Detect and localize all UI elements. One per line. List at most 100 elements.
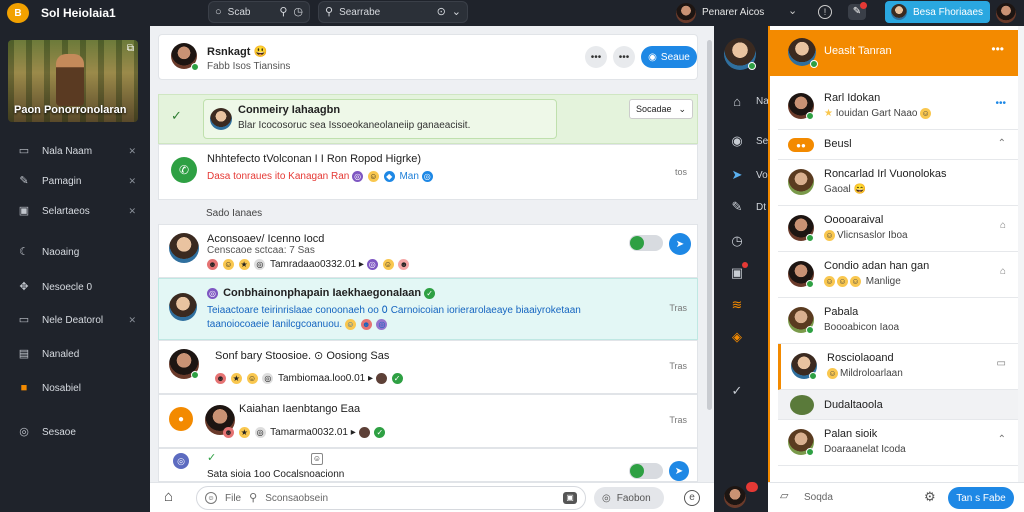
message-row-highlight[interactable]: ◎ Conbhainonphapain Iaekhaegonalaan ✓ Te… [158, 278, 698, 340]
chat-icon[interactable]: ▱ [780, 491, 788, 502]
main-scrollbar[interactable] [707, 40, 712, 410]
gamepad-icon[interactable]: ▣ [563, 492, 577, 504]
forward-icon[interactable]: ➤ [669, 233, 691, 255]
message-row[interactable]: ● Kaiahan Iaenbtango Eaa ☻ ★ ◎ Tamarma00… [158, 394, 698, 448]
video-icon: ▭ [18, 144, 30, 157]
emoji-icon[interactable]: e [684, 490, 700, 506]
forward-icon[interactable]: ➤ [669, 461, 689, 481]
message-row[interactable]: Sonf bary Stoosioe. ⊙ Oosiong Sas ☻ ★ ☺ … [158, 340, 698, 394]
layers-icon[interactable]: ≋ [728, 296, 746, 314]
sidebar-item-3[interactable]: ▣ Selartaeos ✕ [0, 200, 150, 222]
contact-sub: Boooabicon Iaoa [824, 322, 900, 333]
sidebar-item-1[interactable]: ▭ Nala Naam ✕ [0, 140, 150, 162]
chevron-down-icon[interactable]: ⌄ [788, 6, 797, 17]
message-row[interactable]: Aconsoaev/ Icenno Iocd Censcaoe sctcaa: … [158, 224, 698, 278]
compose-input[interactable]: ☺ File ⚲ Sconsaobsein ▣ [196, 486, 586, 510]
search-1-label: Scab [227, 6, 251, 18]
file-label[interactable]: File [225, 493, 241, 504]
chevron-up-icon[interactable]: ⌃ [998, 434, 1006, 445]
contact-avatar [788, 169, 814, 195]
message-row[interactable]: ◎ ✓ ☺ Sata sioia 1oo Cocalsnoacionn ➤ [158, 448, 698, 482]
more-icon[interactable]: ••• [995, 98, 1006, 109]
clock-icon[interactable]: ◷ [728, 232, 746, 250]
contact-item[interactable]: Ooooaraival ☺ Vlicnsaslor Iboa ⌂ [778, 206, 1020, 252]
attach-icon[interactable]: ☺ [205, 492, 217, 504]
sidebar-item-8[interactable]: ■ Nosabiel [0, 377, 150, 399]
search-box-1[interactable]: ○ Scab ⚲ ◷ [208, 1, 310, 23]
package-icon[interactable]: ◈ [728, 328, 746, 346]
sidebar-item-4[interactable]: ☾ Naoaing [0, 241, 150, 263]
more-icon[interactable]: ••• [585, 46, 607, 68]
online-dot [806, 112, 814, 120]
mic-icon[interactable]: ⊙ [437, 6, 446, 18]
sidebar-item-label: Nosabiel [42, 382, 81, 394]
more-icon[interactable]: ••• [991, 42, 1004, 56]
online-dot [809, 372, 817, 380]
info-icon[interactable]: ! [818, 5, 832, 19]
toggle-switch[interactable] [629, 463, 663, 479]
avatar-icon [375, 373, 387, 384]
message-body-2: taanoiocoaeie Ianilcgcoanuou. ☺ ☻ ◎ [207, 319, 389, 330]
settings-icon[interactable]: ⚙ [924, 490, 936, 503]
contact-item[interactable]: Rarl Idokan ★ Iouidan Gart Naao ☺ ••• [778, 84, 1020, 130]
home-icon[interactable]: ⌂ [728, 92, 746, 110]
chevron-down-icon[interactable]: ⌄ [452, 6, 461, 18]
sidebar-item-6[interactable]: ▭ Nele Deatorol ✕ [0, 309, 150, 331]
check-icon[interactable]: ✓ [728, 382, 746, 400]
channel-name: Rsnkagt 😃 [207, 46, 268, 58]
close-icon[interactable]: ✕ [128, 146, 136, 157]
sidebar-item-5[interactable]: ✥ Nesoecle 0 [0, 276, 150, 298]
contacts-header: Ueaslt Tanran ••• [770, 30, 1020, 76]
bottom-label[interactable]: Soqda [804, 492, 833, 503]
clock-icon[interactable]: ◷ [293, 6, 303, 18]
announce-tag[interactable]: Man [399, 171, 418, 182]
contact-item[interactable]: Palan sioik Doaraanelat Icoda ⌃ [778, 420, 1020, 466]
edit-icon[interactable]: ✎ [728, 198, 746, 216]
sidebar-item-9[interactable]: ◎ Sesaoe [0, 421, 150, 443]
toggle-switch[interactable] [629, 235, 663, 251]
contact-item-active[interactable]: Rosciolaoand ☺ Mildroloarlaan ▭ [778, 344, 1020, 390]
announce-body-row: Dasa tonraues ito Kanagan Ran ◎ ☺ ◆ Man … [207, 171, 435, 182]
home-icon[interactable]: ⌂ [164, 489, 173, 504]
search-go-icon[interactable]: ⚲ [279, 6, 287, 18]
user-name[interactable]: Penarer Aicos [702, 7, 764, 18]
chevron-right-icon[interactable]: ✕ [128, 315, 136, 326]
sidebar-item-7[interactable]: ▤ Nanaled [0, 343, 150, 365]
telegram-icon[interactable]: ➤ [728, 166, 746, 184]
contact-item[interactable]: Roncarlad Irl Vuonolokas Gaoal 😄 [778, 160, 1020, 206]
pin-icon[interactable]: ✓ [171, 109, 182, 122]
more-icon-2[interactable]: ••• [613, 46, 635, 68]
pinned-message[interactable]: Conmeiry Iahaagbn Blar Icocosoruc sea Is… [203, 99, 557, 139]
contact-item[interactable]: Dudaltaoola [778, 390, 1020, 420]
chevron-right-icon[interactable]: ✕ [128, 206, 136, 217]
contact-sub: ☺ ☺ ☺ Manlige [824, 276, 901, 287]
send-button[interactable]: ◎ Faobon [594, 487, 664, 509]
cta-button[interactable]: Besa Fhoriaaes [885, 1, 990, 23]
tan-button-label: Tan s Fabe [956, 492, 1006, 504]
user-avatar[interactable] [676, 3, 696, 23]
contact-section[interactable]: ●● Beusl ⌃ [778, 130, 1020, 160]
contacts-scrollbar[interactable] [1018, 26, 1024, 482]
emoji-icon: ☺ [824, 276, 835, 287]
chevron-up-icon[interactable]: ⌃ [998, 138, 1006, 149]
message-meta: Tamradaao0332.01 ▸ [269, 259, 364, 271]
mid-bottom-avatar[interactable] [724, 486, 746, 508]
circle-icon[interactable]: ◉ [728, 132, 746, 150]
sidebar-item-2[interactable]: ✎ Pamagin ✕ [0, 170, 150, 192]
image-icon[interactable]: ☺ [311, 453, 323, 465]
pinned-dropdown[interactable]: Socadae ⌄ [629, 99, 693, 119]
emoji-icon: ◎ [262, 373, 274, 384]
profile-avatar[interactable] [996, 3, 1016, 23]
home-icon[interactable]: ⌂ [1000, 266, 1006, 277]
contact-item[interactable]: Condio adan han gan ☺ ☺ ☺ Manlige ⌂ [778, 252, 1020, 298]
hero-banner[interactable]: ⧉ Paon Ponorronolaran [8, 40, 138, 122]
home-icon[interactable]: ⌂ [1000, 220, 1006, 231]
seaue-button[interactable]: ◉ Seaue [641, 46, 697, 68]
search-box-2[interactable]: ⚲ Searrabe ⊙ ⌄ [318, 1, 468, 23]
compose-placeholder: Sconsaobsein [265, 492, 329, 504]
image-icon[interactable]: ▭ [997, 358, 1006, 369]
tan-button[interactable]: Tan s Fabe [948, 487, 1014, 509]
contact-item[interactable]: Pabala Boooabicon Iaoa [778, 298, 1020, 344]
chevron-right-icon[interactable]: ✕ [128, 176, 136, 187]
app-logo[interactable]: B [7, 3, 29, 23]
